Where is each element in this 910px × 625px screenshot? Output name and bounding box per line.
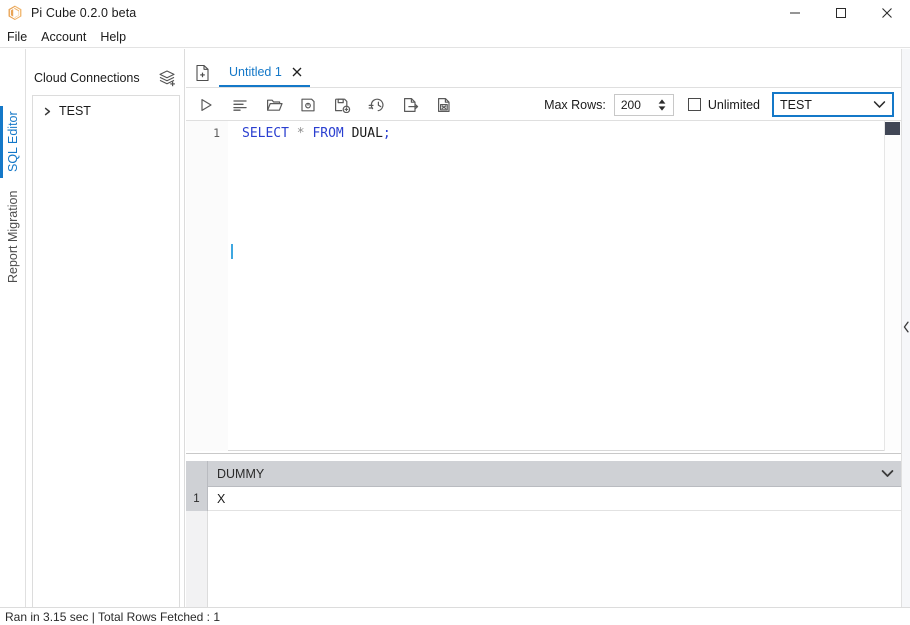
unlimited-checkbox[interactable] (687, 98, 701, 111)
title-bar: Pi Cube 0.2.0 beta (0, 0, 910, 26)
cloud-connections-panel: Cloud Connections TEST (27, 49, 185, 625)
run-query-button[interactable] (192, 92, 220, 118)
close-button[interactable] (864, 0, 910, 26)
query-history-button[interactable] (362, 92, 390, 118)
cube-logo-icon (6, 4, 24, 22)
format-sql-button[interactable] (226, 92, 254, 118)
max-rows-label: Max Rows: (544, 97, 606, 112)
line-number: 1 (213, 126, 220, 140)
new-file-icon[interactable] (189, 60, 215, 86)
status-bar: Ran in 3.15 sec | Total Rows Fetched : 1 (0, 607, 910, 625)
table-row[interactable]: 1 X (186, 487, 901, 511)
cloud-connections-title: Cloud Connections (34, 71, 140, 85)
menu-bar: File Account Help (0, 26, 910, 48)
connection-select-value: TEST (780, 97, 812, 112)
app-window: Pi Cube 0.2.0 beta File Account Help SQL… (0, 0, 910, 625)
tree-node-test-label: TEST (59, 104, 91, 118)
maximize-button[interactable] (818, 0, 864, 26)
text-caret (231, 244, 233, 259)
rail-tab-report-migration-label: Report Migration (6, 190, 20, 284)
status-message: Ran in 3.15 sec | Total Rows Fetched : 1 (5, 609, 221, 624)
max-rows-value[interactable]: 200 (615, 98, 655, 112)
grid-gutter-empty (186, 511, 208, 608)
editor-area: Untitled 1 Max Rows: 200 Unlimited TEST … (186, 49, 901, 608)
rail-tab-sql-editor-label: SQL Editor (6, 111, 20, 173)
grid-column-header-dummy[interactable]: DUMMY (208, 461, 873, 486)
menu-file[interactable]: File (0, 28, 34, 46)
document-tabstrip: Untitled 1 (186, 58, 901, 88)
chevron-left-icon[interactable] (903, 321, 910, 336)
right-panel-collapse-handle[interactable] (901, 49, 910, 607)
sql-token-dual: DUAL (351, 126, 383, 141)
document-tab-label: Untitled 1 (229, 64, 282, 79)
open-file-button[interactable] (260, 92, 288, 118)
menu-help[interactable]: Help (93, 28, 133, 46)
results-grid: DUMMY 1 X (186, 453, 901, 608)
rail-tab-report-migration[interactable]: Report Migration (0, 182, 26, 292)
grid-cell-dummy[interactable]: X (208, 487, 901, 510)
stepper-down-icon (658, 105, 666, 111)
sql-token-semicolon: ; (382, 126, 391, 141)
row-number: 1 (186, 487, 208, 511)
connection-select[interactable]: TEST (772, 92, 894, 117)
editor-gutter: 1 (186, 121, 228, 451)
document-tab-close-icon[interactable] (290, 65, 304, 79)
tree-node-test[interactable]: TEST (33, 100, 179, 122)
grid-header-corner (186, 461, 208, 487)
minimize-button[interactable] (772, 0, 818, 26)
window-title: Pi Cube 0.2.0 beta (31, 5, 137, 20)
sql-token-star: * (296, 126, 305, 141)
unlimited-label: Unlimited (707, 97, 760, 112)
vertical-tab-rail: SQL Editor Report Migration (0, 49, 26, 607)
document-tab-untitled-1[interactable]: Untitled 1 (219, 58, 310, 87)
sql-token-from: FROM (312, 126, 344, 141)
editor-scrollbar-thumb[interactable] (885, 122, 900, 135)
rail-tab-sql-editor[interactable]: SQL Editor (0, 106, 26, 178)
sql-code-content[interactable]: SELECT * FROM DUAL; (228, 121, 883, 451)
editor-toolbar: Max Rows: 200 Unlimited TEST (186, 89, 901, 121)
export-excel-button[interactable] (430, 92, 458, 118)
save-as-button[interactable] (328, 92, 356, 118)
stepper-up-icon (658, 98, 666, 104)
results-grid-header: DUMMY (186, 461, 901, 487)
stepper-arrows[interactable] (655, 98, 669, 111)
connections-tree: TEST (32, 95, 180, 625)
editor-vertical-scrollbar[interactable] (884, 121, 901, 451)
chevron-down-icon[interactable] (873, 98, 886, 112)
add-connection-layers-icon[interactable] (155, 66, 179, 90)
unlimited-checkbox-wrap[interactable]: Unlimited (687, 97, 760, 112)
sql-token-select: SELECT (242, 126, 289, 141)
cloud-connections-header: Cloud Connections (27, 63, 185, 93)
window-controls (772, 0, 910, 26)
save-button[interactable] (294, 92, 322, 118)
menu-account[interactable]: Account (34, 28, 93, 46)
chevron-down-icon[interactable] (873, 461, 901, 486)
sql-editor[interactable]: 1 SELECT * FROM DUAL; (186, 121, 901, 451)
export-button[interactable] (396, 92, 424, 118)
max-rows-stepper[interactable]: 200 (613, 93, 674, 116)
grid-empty-area (186, 511, 901, 608)
chevron-right-icon[interactable] (39, 107, 55, 116)
